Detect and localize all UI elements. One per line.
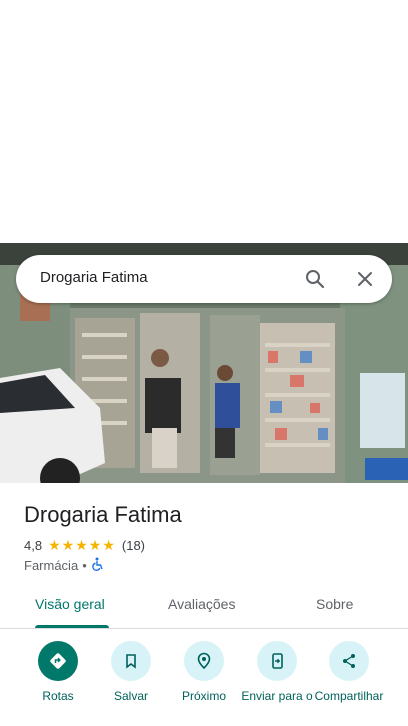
nearby-icon[interactable]	[184, 641, 224, 681]
star-icon: ★	[102, 537, 115, 553]
directions-button[interactable]: Rotas	[18, 641, 98, 703]
directions-label: Rotas	[42, 689, 74, 703]
category-row: Farmácia •	[24, 556, 104, 574]
save-label: Salvar	[113, 689, 148, 703]
tab-about[interactable]: Sobre	[316, 596, 353, 612]
star-icon: ★	[88, 537, 102, 553]
nearby-button[interactable]: Próximo	[164, 641, 244, 703]
send-to-phone-icon[interactable]	[257, 641, 297, 681]
search-bar[interactable]: Drogaria Fatima	[16, 255, 392, 303]
map-blank-area	[0, 0, 408, 243]
tab-reviews[interactable]: Avaliações	[168, 596, 235, 612]
directions-icon[interactable]	[38, 641, 78, 681]
share-label: Compartilhar	[314, 689, 384, 703]
send-to-phone-label: Enviar para o	[241, 689, 313, 703]
wheelchair-icon	[91, 557, 104, 574]
share-icon[interactable]	[329, 641, 369, 681]
bookmark-icon[interactable]	[111, 641, 151, 681]
share-button[interactable]: Compartilhar	[309, 641, 389, 703]
star-icon: ★	[61, 537, 75, 553]
send-to-phone-button[interactable]: Enviar para o	[237, 641, 317, 703]
save-button[interactable]: Salvar	[91, 641, 171, 703]
nearby-label: Próximo	[181, 689, 226, 703]
star-rating: ★ ★ ★ ★ ★	[48, 538, 116, 552]
rating-row[interactable]: 4,8 ★ ★ ★ ★ ★ (18)	[24, 536, 145, 554]
search-input[interactable]: Drogaria Fatima	[40, 269, 148, 286]
search-icon[interactable]	[303, 267, 327, 291]
separator-dot: •	[82, 557, 87, 573]
tab-bar: Visão geral Avaliações Sobre	[0, 582, 408, 629]
rating-value: 4,8	[24, 537, 43, 553]
place-title: Drogaria Fatima	[24, 502, 182, 527]
star-icon: ★	[48, 537, 61, 553]
active-tab-indicator	[35, 625, 109, 628]
review-count[interactable]: (18)	[122, 538, 145, 553]
place-category: Farmácia	[24, 557, 79, 573]
star-icon: ★	[75, 537, 88, 553]
close-icon[interactable]	[353, 267, 377, 291]
tab-overview[interactable]: Visão geral	[35, 596, 105, 612]
